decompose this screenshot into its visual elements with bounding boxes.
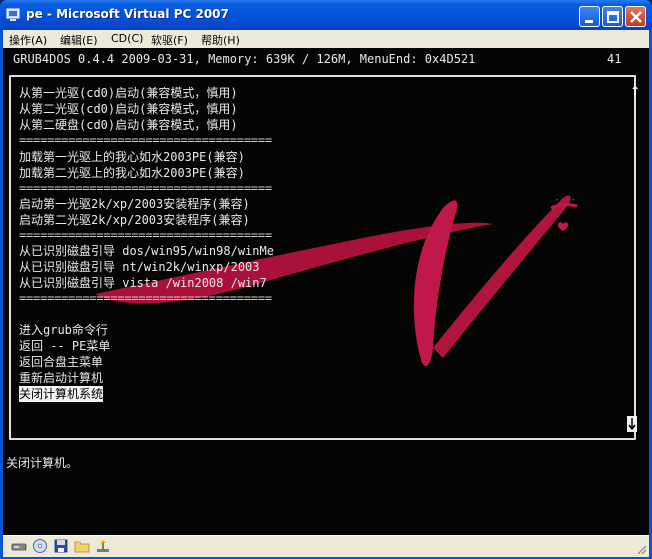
menu-entry[interactable]: 启动第一光驱2k/xp/2003安装程序(兼容) xyxy=(19,196,250,212)
menu-entry[interactable]: 返回 -- PE菜单 xyxy=(19,338,110,354)
virtual-pc-icon xyxy=(6,8,20,21)
minimize-icon xyxy=(585,20,593,23)
menu-bar: 操作(A) 编辑(E) CD(C) 软驱(F) 帮助(H) xyxy=(3,30,649,48)
title-bar[interactable]: pe - Microsoft Virtual PC 2007 xyxy=(0,0,652,30)
menu-entry[interactable]: 重新启动计算机 xyxy=(19,370,103,386)
scroll-down-icon xyxy=(627,416,637,432)
maximize-icon xyxy=(607,11,619,23)
floppy-icon[interactable] xyxy=(53,538,69,554)
close-button[interactable] xyxy=(625,6,646,27)
menu-entry[interactable]: 从已识别磁盘引导 dos/win95/win98/winMe xyxy=(19,243,274,259)
menu-separator: ==================================== xyxy=(19,133,272,147)
menu-entry[interactable]: 从已识别磁盘引导 nt/win2k/winxp/2003 xyxy=(19,259,260,275)
menu-separator: ==================================== xyxy=(19,228,272,242)
network-icon[interactable] xyxy=(95,538,111,554)
menu-entry[interactable]: 加载第二光驱上的我心如水2003PE(兼容) xyxy=(19,165,245,181)
resize-grip-icon[interactable] xyxy=(635,543,647,555)
menu-cd[interactable]: CD(C) xyxy=(111,32,143,45)
menu-separator: ==================================== xyxy=(19,181,272,195)
menu-entry[interactable]: 加载第一光驱上的我心如水2003PE(兼容) xyxy=(19,149,245,165)
vm-screen[interactable]: GRUB4DOS 0.4.4 2009-03-31, Memory: 639K … xyxy=(3,48,649,535)
cd-icon[interactable] xyxy=(32,538,48,554)
menu-entry[interactable]: 从已识别磁盘引导 vista /win2008 /win7 xyxy=(19,275,267,291)
window-title: pe - Microsoft Virtual PC 2007 xyxy=(26,7,229,21)
menu-entry[interactable]: 启动第二光驱2k/xp/2003安装程序(兼容) xyxy=(19,212,250,228)
menu-action[interactable]: 操作(A) xyxy=(9,32,47,48)
vpc-window: pe - Microsoft Virtual PC 2007 操作(A) 编辑(… xyxy=(0,0,652,559)
shared-folder-icon[interactable] xyxy=(74,538,90,554)
menu-entry[interactable]: 从第二硬盘(cd0)启动(兼容模式，慎用) xyxy=(19,117,238,133)
entry-description: 关闭计算机。 xyxy=(6,456,79,470)
close-icon xyxy=(630,11,642,23)
scroll-up-arrow: ↑ xyxy=(630,84,641,98)
minimize-button[interactable] xyxy=(579,6,600,27)
menu-entry[interactable]: 从第二光驱(cd0)启动(兼容模式，慎用) xyxy=(19,101,238,117)
menu-floppy[interactable]: 软驱(F) xyxy=(151,32,188,48)
menu-entry[interactable]: 从第一光驱(cd0)启动(兼容模式，慎用) xyxy=(19,85,238,101)
menu-entry-selected[interactable]: 关闭计算机系统 xyxy=(19,386,104,402)
menu-entry[interactable]: 进入grub命令行 xyxy=(19,322,108,338)
harddisk-icon[interactable] xyxy=(11,538,27,554)
menu-entry[interactable]: 返回合盘主菜单 xyxy=(19,354,103,370)
menu-edit[interactable]: 编辑(E) xyxy=(60,32,98,48)
status-bar xyxy=(3,535,649,557)
menu-separator: ==================================== xyxy=(19,291,272,305)
maximize-button[interactable] xyxy=(602,6,623,27)
menu-help[interactable]: 帮助(H) xyxy=(201,32,240,48)
